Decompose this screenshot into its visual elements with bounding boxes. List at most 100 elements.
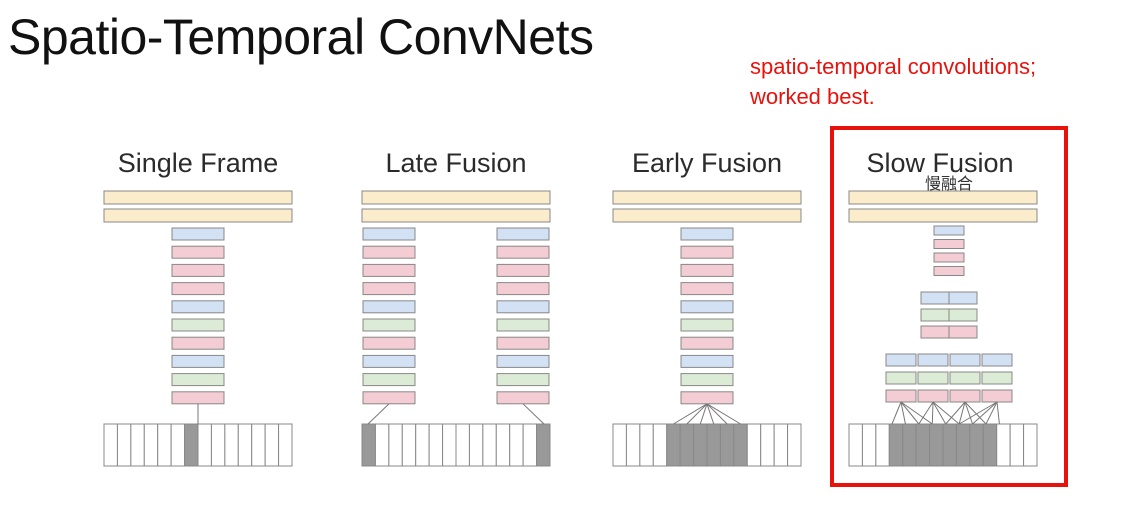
conv-layer [171,354,225,368]
video-frame [612,423,627,467]
conv-layer [496,373,550,387]
conv-layer [885,389,917,403]
video-frame [1009,423,1025,467]
conv-layer [680,354,734,368]
connection-line [931,401,934,425]
video-frame [693,423,708,467]
conv-layer [933,266,965,276]
conv-layer [171,373,225,387]
video-frame [374,423,390,467]
conv-layer [680,227,734,241]
connection-line [932,401,947,425]
fc-layer [612,208,802,223]
video-frame [888,423,904,467]
fc-layer [361,208,551,223]
video-frame [969,423,984,467]
video-frame [942,423,957,467]
panel-title-late-fusion: Late Fusion [385,148,526,178]
video-frame [157,423,172,467]
conv-layer [933,225,965,236]
video-frame [875,423,890,467]
panel-title-early-fusion: Early Fusion [632,148,782,178]
conv-layer [680,245,734,259]
conv-layer [680,282,734,296]
conv-layer [496,336,550,350]
video-frame [652,423,668,467]
connection-line [522,403,545,425]
video-frame [996,423,1011,467]
conv-layer [920,325,950,339]
video-frame [278,423,293,467]
connection-line [996,401,1000,425]
conv-layer [885,353,917,367]
conv-layer [948,308,978,322]
conv-layer [171,391,225,405]
conv-layer [496,245,550,259]
conv-layer [920,291,950,305]
video-frame [625,423,641,467]
video-frame [415,423,430,467]
conv-layer [680,336,734,350]
video-frame [733,423,748,467]
video-frame [639,423,654,467]
video-frame [428,423,444,467]
conv-layer [171,245,225,259]
video-frame [264,423,280,467]
conv-layer [680,318,734,332]
fusion-diagram: Single Frame Late Fusion Early Fusion Sl… [103,126,1068,487]
conv-layer [949,389,981,403]
video-frame [1023,423,1038,467]
conv-layer [948,325,978,339]
conv-layer [362,336,416,350]
conv-layer [362,227,416,241]
video-frame [929,423,944,467]
video-frame [955,423,971,467]
conv-layer [496,318,550,332]
video-frame [401,423,417,467]
conv-layer [680,300,734,314]
connection-line [972,401,998,425]
video-frame [388,423,403,467]
fc-layer [848,190,1038,205]
conv-layer [362,300,416,314]
video-frame [103,423,118,467]
video-frame [915,423,931,467]
connection-line [367,403,390,425]
video-frame [509,423,524,467]
video-frame [719,423,735,467]
video-frame [210,423,226,467]
fc-layer [103,190,293,205]
conv-layer [496,227,550,241]
fc-layer [103,208,293,223]
conv-layer [496,263,550,277]
conv-layer [680,373,734,387]
panel-title-single-frame: Single Frame [118,148,279,178]
conv-layer [362,282,416,296]
video-frame [482,423,497,467]
conv-layer [171,318,225,332]
conv-layer [680,263,734,277]
video-frame [773,423,789,467]
conv-layer [362,354,416,368]
conv-layer [981,353,1013,367]
video-frame [237,423,253,467]
conv-layer [917,389,949,403]
fc-layer [361,190,551,205]
conv-layer [949,353,981,367]
video-frame [468,423,484,467]
conv-layer [917,353,949,367]
conv-layer [362,245,416,259]
video-frame [116,423,132,467]
conv-layer [362,391,416,405]
slow-fusion-note: 慢融合 [925,174,973,193]
video-frame [455,423,470,467]
conv-layer [171,300,225,314]
video-frame [679,423,695,467]
conv-layer [496,391,550,405]
fc-layer [848,208,1038,223]
conv-layer [362,318,416,332]
video-frame [787,423,802,467]
video-frame [536,423,551,467]
conv-layer [362,373,416,387]
conv-layer [885,371,917,385]
